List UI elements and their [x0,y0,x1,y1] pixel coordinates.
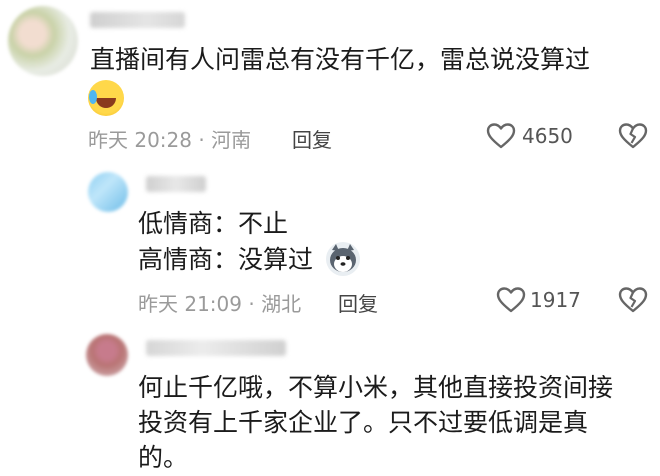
comment-text-line: 何止千亿哦，不算小米，其他直接投资间接 [138,373,614,402]
tears-of-joy-emoji [88,80,124,116]
comment-text: 直播间有人问雷总有没有千亿，雷总说没算过 [90,45,591,74]
username[interactable] [146,176,206,192]
comment-text-line: 高情商：没算过 [138,245,314,274]
comment-text-line: 的。 [138,443,189,472]
comment-text-line: 投资有上千家企业了。只不过要低调是真 [138,408,589,437]
heart-icon[interactable] [486,122,516,150]
like-count: 4650 [522,124,573,148]
username[interactable] [146,340,286,356]
comment-time-location: 昨天 21:09 · 湖北 [138,292,302,316]
username[interactable] [90,12,185,28]
husky-emoji [326,242,360,276]
avatar[interactable] [88,172,128,212]
comment-time-location: 昨天 20:28 · 河南 [88,128,252,152]
comment-text-line: 低情商：不止 [138,209,289,238]
avatar[interactable] [86,334,128,376]
broken-heart-icon[interactable] [618,122,648,150]
avatar[interactable] [8,6,78,76]
heart-icon[interactable] [496,286,526,314]
like-count: 1917 [530,288,581,312]
reply-button[interactable]: 回复 [292,124,332,153]
reply-button[interactable]: 回复 [338,288,378,317]
broken-heart-icon[interactable] [618,286,648,314]
